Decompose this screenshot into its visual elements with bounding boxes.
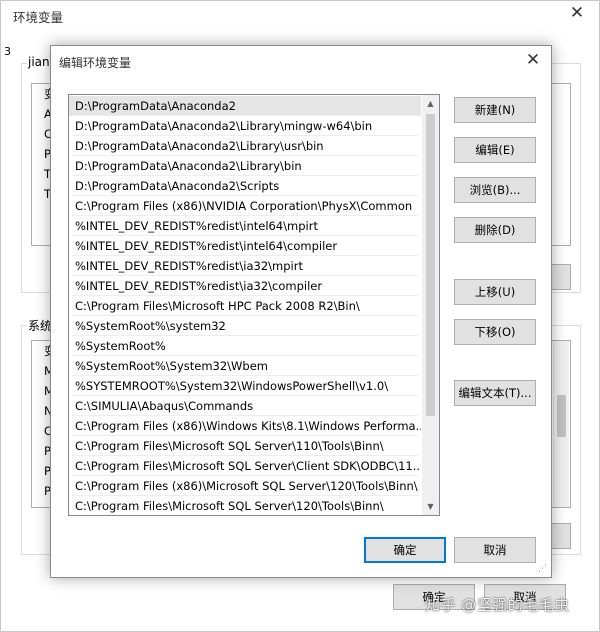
user-variables-button-stub[interactable] [549, 264, 571, 290]
path-list-item[interactable]: D:\ProgramData\Anaconda2\Scripts [69, 176, 421, 196]
system-list-scrollbar[interactable] [553, 341, 569, 507]
edit-text-button[interactable]: 编辑文本(T)... [454, 380, 536, 406]
delete-button[interactable]: 删除(D) [454, 217, 536, 243]
path-list-item[interactable]: C:\Program Files (x86)\Microsoft SQL Ser… [69, 476, 421, 496]
path-list-item[interactable]: %INTEL_DEV_REDIST%redist\ia32\compiler [69, 276, 421, 296]
move-down-button[interactable]: 下移(O) [454, 319, 536, 345]
path-list-item[interactable]: %SystemRoot%\system32 [69, 316, 421, 336]
close-icon[interactable]: ✕ [525, 50, 541, 70]
resize-grip-icon[interactable]: ⋰ [538, 564, 548, 574]
path-list-item[interactable]: %INTEL_DEV_REDIST%redist\intel64\compile… [69, 236, 421, 256]
watermark: 知乎 @坚强的毛毛虫 [425, 596, 570, 614]
path-list-scrollbar[interactable]: ▲ ▼ [422, 95, 439, 515]
edit-button[interactable]: 编辑(E) [454, 137, 536, 163]
path-list-item[interactable]: C:\Program Files\Microsoft HPC Pack 2008… [69, 296, 421, 316]
dialog-title: 编辑环境变量 [59, 56, 132, 70]
browse-button[interactable]: 浏览(B)... [454, 177, 536, 203]
scroll-down-icon[interactable]: ▼ [422, 498, 439, 515]
path-list[interactable]: D:\ProgramData\Anaconda2 D:\ProgramData\A… [68, 94, 440, 516]
path-list-item[interactable]: D:\ProgramData\Anaconda2 [69, 96, 421, 116]
edit-environment-variable-dialog: 编辑环境变量 ✕ D:\ProgramData\Anaconda2 D:\Prog… [50, 45, 552, 578]
path-list-item[interactable]: %SystemRoot%\System32\Wbem [69, 356, 421, 376]
window-title: 环境变量 [13, 10, 64, 25]
ok-button[interactable]: 确定 [364, 537, 446, 563]
scrollbar-thumb[interactable] [557, 395, 566, 437]
path-list-item[interactable]: D:\ProgramData\Anaconda2\Library\usr\bin [69, 136, 421, 156]
path-list-item[interactable]: C:\Program Files\Microsoft SQL Server\12… [69, 496, 421, 515]
path-list-item[interactable]: %INTEL_DEV_REDIST%redist\ia32\mpirt [69, 256, 421, 276]
path-list-item[interactable]: D:\ProgramData\Anaconda2\Library\mingw-w… [69, 116, 421, 136]
path-list-item[interactable]: C:\Program Files (x86)\NVIDIA Corporatio… [69, 196, 421, 216]
cancel-button[interactable]: 取消 [454, 537, 536, 563]
path-list-item[interactable]: C:\SIMULIA\Abaqus\Commands [69, 396, 421, 416]
path-list-item[interactable]: C:\Program Files\Microsoft SQL Server\11… [69, 436, 421, 456]
path-list-item[interactable]: C:\Program Files\Microsoft SQL Server\Cl… [69, 456, 421, 476]
move-up-button[interactable]: 上移(U) [454, 279, 536, 305]
path-list-item[interactable]: %INTEL_DEV_REDIST%redist\intel64\mpirt [69, 216, 421, 236]
path-list-item[interactable]: %SYSTEMROOT%\System32\WindowsPowerShell\… [69, 376, 421, 396]
new-button[interactable]: 新建(N) [454, 97, 536, 123]
path-list-item[interactable]: %SystemRoot% [69, 336, 421, 356]
path-list-item[interactable]: D:\ProgramData\Anaconda2\Library\bin [69, 156, 421, 176]
system-variables-button-stub[interactable] [549, 523, 571, 549]
close-icon[interactable]: ✕ [569, 5, 585, 22]
scrollbar-thumb[interactable] [426, 114, 435, 416]
bg-edge-text: 3 [4, 45, 11, 58]
scroll-up-icon[interactable]: ▲ [422, 95, 439, 112]
path-list-item[interactable]: C:\Program Files (x86)\Windows Kits\8.1\… [69, 416, 421, 436]
